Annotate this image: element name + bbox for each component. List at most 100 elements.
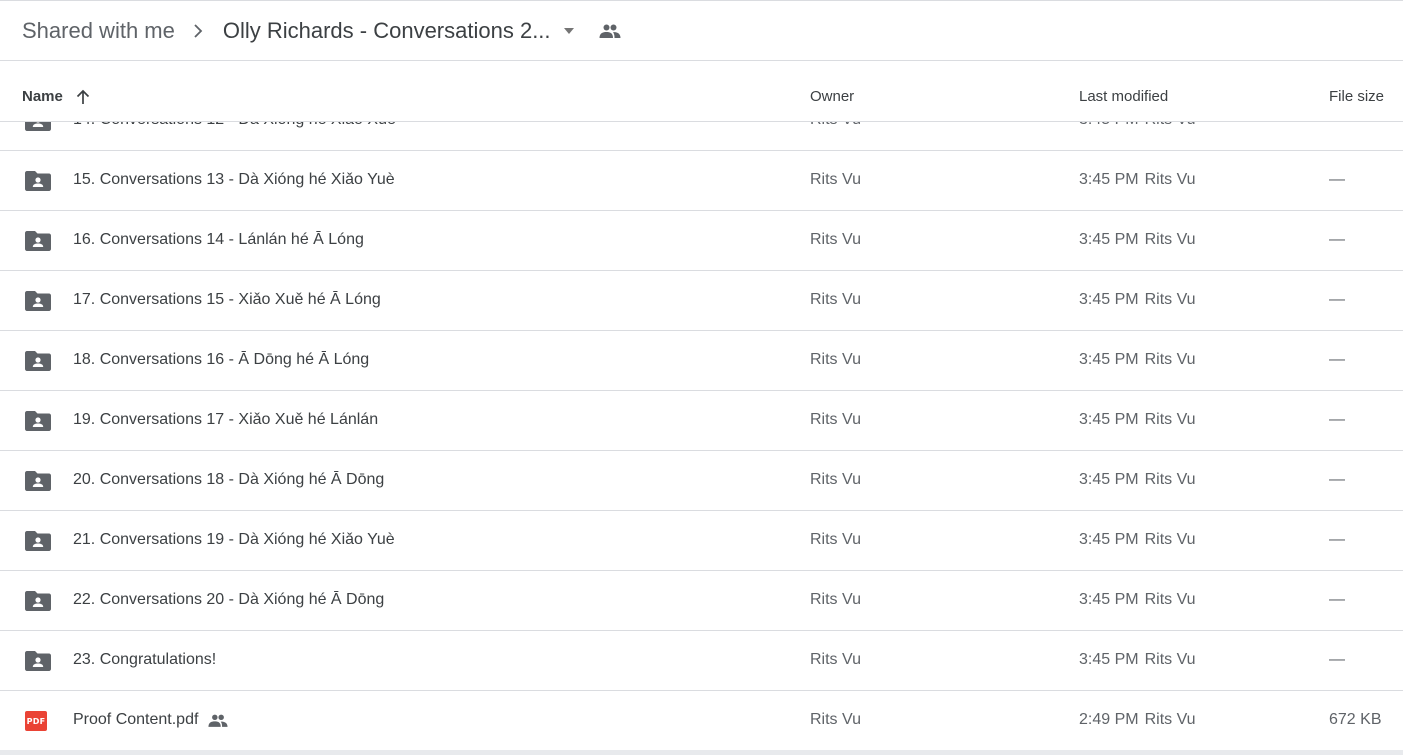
modified-by: Rits Vu <box>1144 711 1196 728</box>
file-owner: Rits Vu <box>810 651 861 668</box>
file-owner: Rits Vu <box>810 591 861 608</box>
file-name-label: 22. Conversations 20 - Dà Xióng hé Ā Dōn… <box>73 591 385 608</box>
file-size: — <box>1329 171 1345 188</box>
file-owner: Rits Vu <box>810 411 861 428</box>
pdf-icon: PDF <box>25 711 51 731</box>
file-row[interactable]: 22. Conversations 20 - Dà Xióng hé Ā Dōn… <box>0 571 1403 631</box>
column-header-name-label: Name <box>22 88 63 105</box>
modified-time: 3:45 PM <box>1079 411 1139 428</box>
file-owner: Rits Vu <box>810 531 861 548</box>
modified-time: 3:45 PM <box>1079 651 1139 668</box>
file-name-label: Proof Content.pdf <box>73 711 199 728</box>
file-last-modified: 3:45 PM Rits Vu <box>1079 531 1196 549</box>
file-size: — <box>1329 351 1345 368</box>
file-row[interactable]: 15. Conversations 13 - Dà Xióng hé Xiǎo … <box>0 151 1403 211</box>
file-name-label: 21. Conversations 19 - Dà Xióng hé Xiǎo … <box>73 531 395 548</box>
file-name: 23. Congratulations! <box>73 651 216 669</box>
file-owner: Rits Vu <box>810 711 861 728</box>
file-size: — <box>1329 411 1345 428</box>
bottom-divider <box>0 750 1403 755</box>
file-name: 19. Conversations 17 - Xiǎo Xuě hé Lánlá… <box>73 411 378 429</box>
file-name: 20. Conversations 18 - Dà Xióng hé Ā Dōn… <box>73 471 384 489</box>
file-name: 21. Conversations 19 - Dà Xióng hé Xiǎo … <box>73 531 395 549</box>
chevron-right-icon <box>193 21 207 41</box>
file-last-modified: 3:45 PM Rits Vu <box>1079 351 1196 369</box>
file-size: — <box>1329 591 1345 608</box>
file-name-label: 19. Conversations 17 - Xiǎo Xuě hé Lánlá… <box>73 411 379 428</box>
file-size: — <box>1329 651 1345 668</box>
shared-folder-icon <box>25 231 51 251</box>
caret-down-icon[interactable] <box>563 25 575 37</box>
column-header-owner[interactable]: Owner <box>810 88 854 105</box>
file-owner: Rits Vu <box>810 471 861 488</box>
file-row[interactable]: 23. Congratulations! Rits Vu 3:45 PM Rits V… <box>0 631 1403 691</box>
file-name-label: 23. Congratulations! <box>73 651 217 668</box>
file-name: Proof Content.pdf <box>73 711 228 729</box>
people-icon <box>208 714 228 727</box>
file-name: 17. Conversations 15 - Xiǎo Xuě hé Ā Lón… <box>73 291 381 309</box>
file-last-modified: 3:45 PM Rits Vu <box>1079 291 1196 309</box>
modified-time: 2:49 PM <box>1079 711 1139 728</box>
file-name-label: 15. Conversations 13 - Dà Xióng hé Xiǎo … <box>73 171 395 188</box>
modified-time: 3:45 PM <box>1079 471 1139 488</box>
file-row[interactable]: 19. Conversations 17 - Xiǎo Xuě hé Lánlá… <box>0 391 1403 451</box>
file-name-label: 18. Conversations 16 - Ā Dōng hé Ā Lóng <box>73 351 370 368</box>
file-name: 22. Conversations 20 - Dà Xióng hé Ā Dōn… <box>73 591 384 609</box>
file-size: — <box>1329 231 1345 248</box>
file-name: 16. Conversations 14 - Lánlán hé Ā Lóng <box>73 231 364 249</box>
modified-by: Rits Vu <box>1144 291 1196 308</box>
modified-time: 3:45 PM <box>1079 591 1139 608</box>
breadcrumb-shared-with-me[interactable]: Shared with me <box>22 18 175 44</box>
column-header-name[interactable]: Name <box>22 88 91 105</box>
modified-by: Rits Vu <box>1144 651 1196 668</box>
file-row[interactable]: 21. Conversations 19 - Dà Xióng hé Xiǎo … <box>0 511 1403 571</box>
file-name: 15. Conversations 13 - Dà Xióng hé Xiǎo … <box>73 171 395 189</box>
arrow-up-icon[interactable] <box>75 89 91 105</box>
modified-time: 3:45 PM <box>1079 231 1139 248</box>
file-row[interactable]: 18. Conversations 16 - Ā Dōng hé Ā Lóng R… <box>0 331 1403 391</box>
shared-folder-icon <box>25 411 51 431</box>
file-size: — <box>1329 291 1345 308</box>
modified-by: Rits Vu <box>1144 471 1196 488</box>
shared-folder-icon <box>25 471 51 491</box>
modified-time: 3:45 PM <box>1079 291 1139 308</box>
file-last-modified: 3:45 PM Rits Vu <box>1079 591 1196 609</box>
shared-folder-icon <box>25 531 51 551</box>
file-last-modified: 2:49 PM Rits Vu <box>1079 711 1196 729</box>
shared-folder-icon <box>25 291 51 311</box>
modified-time: 3:45 PM <box>1079 171 1139 188</box>
modified-time: 3:45 PM <box>1079 531 1139 548</box>
modified-time: 3:45 PM <box>1079 351 1139 368</box>
file-last-modified: 3:45 PM Rits Vu <box>1079 411 1196 429</box>
people-icon[interactable] <box>599 24 621 38</box>
column-header-row: Name Owner Last modified File size <box>0 62 1403 122</box>
file-owner: Rits Vu <box>810 231 861 248</box>
file-last-modified: 3:45 PM Rits Vu <box>1079 231 1196 249</box>
file-name-label: 20. Conversations 18 - Dà Xióng hé Ā Dōn… <box>73 471 385 488</box>
modified-by: Rits Vu <box>1144 531 1196 548</box>
file-name-label: 16. Conversations 14 - Lánlán hé Ā Lóng <box>73 231 364 248</box>
file-row[interactable]: PDF Proof Content.pdf Rits Vu 2:49 PM Rits V… <box>0 691 1403 751</box>
modified-by: Rits Vu <box>1144 411 1196 428</box>
modified-by: Rits Vu <box>1144 591 1196 608</box>
file-row[interactable]: 20. Conversations 18 - Dà Xióng hé Ā Dōn… <box>0 451 1403 511</box>
shared-folder-icon <box>25 591 51 611</box>
modified-by: Rits Vu <box>1144 171 1196 188</box>
column-header-file-size[interactable]: File size <box>1329 88 1384 105</box>
file-last-modified: 3:45 PM Rits Vu <box>1079 471 1196 489</box>
modified-by: Rits Vu <box>1144 231 1196 248</box>
file-size: — <box>1329 471 1345 488</box>
modified-by: Rits Vu <box>1144 351 1196 368</box>
breadcrumb: Shared with me Olly Richards - Conversat… <box>0 1 1403 61</box>
file-size: 672 KB <box>1329 711 1382 728</box>
shared-folder-icon <box>25 651 51 671</box>
file-last-modified: 3:45 PM Rits Vu <box>1079 171 1196 189</box>
file-owner: Rits Vu <box>810 171 861 188</box>
breadcrumb-current-folder[interactable]: Olly Richards - Conversations 2... <box>223 18 551 44</box>
shared-folder-icon <box>25 351 51 371</box>
file-row[interactable]: 16. Conversations 14 - Lánlán hé Ā Lóng R… <box>0 211 1403 271</box>
file-row[interactable]: 17. Conversations 15 - Xiǎo Xuě hé Ā Lón… <box>0 271 1403 331</box>
file-name-label: 17. Conversations 15 - Xiǎo Xuě hé Ā Lón… <box>73 291 381 308</box>
file-size: — <box>1329 531 1345 548</box>
column-header-last-modified[interactable]: Last modified <box>1079 88 1168 105</box>
